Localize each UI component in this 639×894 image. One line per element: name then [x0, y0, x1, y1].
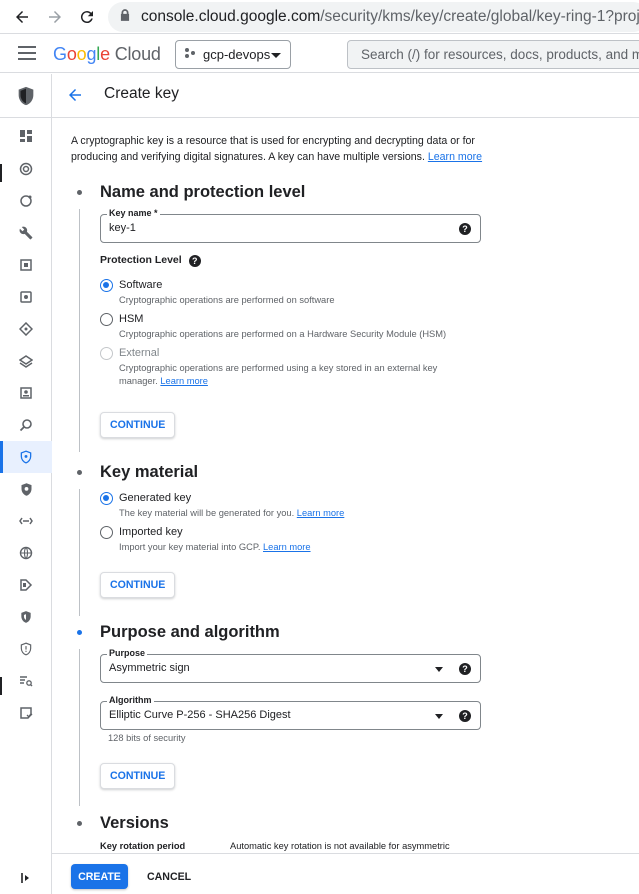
radio-external-label: External	[119, 347, 160, 359]
radio-generated-key-label[interactable]: Generated key	[119, 492, 191, 504]
radio-hsm-label[interactable]: HSM	[119, 313, 143, 325]
key-name-label: Key name *	[107, 208, 160, 219]
purpose-select[interactable]: Purpose Asymmetric sign ?	[100, 648, 481, 683]
step-indicator	[77, 470, 82, 475]
help-icon[interactable]: ?	[188, 255, 201, 267]
rail-wrench-icon[interactable]	[0, 217, 52, 249]
rail-badge-icon[interactable]	[0, 601, 52, 633]
rail-dashboard-icon[interactable]	[0, 120, 52, 152]
rail-shield-icon[interactable]	[0, 473, 52, 505]
algorithm-hint: 128 bits of security	[108, 733, 186, 743]
forward-arrow-icon[interactable]	[44, 6, 66, 28]
intro-text: A cryptographic key is a resource that i…	[71, 135, 483, 163]
algorithm-label: Algorithm	[107, 695, 154, 706]
dropdown-arrow-icon	[435, 667, 443, 672]
step-indicator	[77, 821, 82, 826]
help-icon[interactable]: ?	[459, 710, 471, 722]
step-indicator	[77, 190, 82, 195]
rail-scanner-icon[interactable]	[0, 569, 52, 601]
page-title: Create key	[104, 85, 179, 102]
rotation-period-label: Key rotation period	[100, 841, 186, 851]
radio-imported-key[interactable]	[100, 526, 113, 539]
create-button[interactable]: CREATE	[71, 864, 128, 889]
search-placeholder: Search (/) for resources, docs, products…	[361, 47, 639, 62]
form-footer: CREATE CANCEL	[52, 853, 639, 894]
step-indicator-active	[77, 630, 82, 635]
console-header: Google Cloud gcp-devops Search (/) for r…	[0, 35, 639, 73]
rail-connector-icon[interactable]	[0, 505, 52, 537]
learn-more-link[interactable]: Learn more	[428, 151, 482, 163]
url-path: /security/kms/key/create/global/key-ring…	[320, 8, 639, 25]
continue-button-name[interactable]: CONTINUE	[100, 412, 176, 438]
section-title-material: Key material	[100, 463, 199, 481]
rail-layers-icon[interactable]	[0, 345, 52, 377]
rail-policy-icon[interactable]	[0, 697, 52, 729]
browser-toolbar: console.cloud.google.com/security/kms/ke…	[0, 0, 639, 34]
radio-hsm-desc: Cryptographic operations are performed o…	[119, 329, 447, 339]
main-menu-icon[interactable]	[18, 46, 36, 62]
radio-imported-key-label[interactable]: Imported key	[119, 526, 183, 538]
project-selector[interactable]: gcp-devops	[175, 40, 291, 69]
rail-alert-icon[interactable]	[0, 633, 52, 665]
page-header: Create key	[52, 74, 639, 118]
learn-more-link[interactable]: Learn more	[160, 376, 208, 386]
purpose-label: Purpose	[107, 648, 148, 659]
step-connector	[79, 489, 80, 616]
algorithm-value: Elliptic Curve P-256 - SHA256 Digest	[109, 709, 291, 721]
rail-globe-icon[interactable]	[0, 537, 52, 569]
radio-software-label[interactable]: Software	[119, 279, 162, 291]
step-connector	[79, 209, 80, 452]
section-title-versions: Versions	[100, 814, 169, 832]
google-cloud-logo[interactable]: Google Cloud	[53, 44, 161, 65]
cancel-button[interactable]: CANCEL	[147, 864, 191, 889]
chevron-down-icon	[271, 53, 281, 58]
rail-certificate-icon[interactable]	[0, 281, 52, 313]
radio-hsm[interactable]	[100, 313, 113, 326]
protection-level-label: Protection Level?	[100, 254, 201, 267]
help-icon[interactable]: ?	[459, 223, 471, 235]
rail-radar-icon[interactable]	[0, 153, 52, 185]
rail-search-icon[interactable]	[0, 409, 52, 441]
learn-more-link[interactable]: Learn more	[263, 542, 311, 552]
help-icon[interactable]: ?	[459, 663, 471, 675]
continue-button-material[interactable]: CONTINUE	[100, 572, 176, 598]
rail-id-card-icon[interactable]	[0, 377, 52, 409]
radio-generated-key-desc: The key material will be generated for y…	[119, 508, 345, 518]
back-arrow-icon[interactable]	[11, 6, 33, 28]
rail-key-management-icon[interactable]	[0, 441, 52, 473]
url-host: console.cloud.google.com	[141, 8, 321, 25]
rail-chip-icon[interactable]	[0, 249, 52, 281]
address-bar[interactable]: console.cloud.google.com/security/kms/ke…	[108, 2, 639, 32]
rail-marker	[0, 164, 2, 182]
rotation-period-text: Automatic key rotation is not available …	[230, 841, 450, 851]
purpose-value: Asymmetric sign	[109, 662, 190, 674]
key-name-field[interactable]: Key name * key-1 ?	[100, 208, 481, 243]
project-icon	[184, 47, 196, 62]
learn-more-link[interactable]: Learn more	[297, 508, 345, 518]
radio-software-desc: Cryptographic operations are performed o…	[119, 295, 335, 305]
dropdown-arrow-icon	[435, 714, 443, 719]
back-arrow-icon[interactable]	[66, 86, 84, 109]
section-title-purpose: Purpose and algorithm	[100, 623, 280, 641]
algorithm-select[interactable]: Algorithm Elliptic Curve P-256 - SHA256 …	[100, 695, 481, 730]
rail-diamond-icon[interactable]	[0, 313, 52, 345]
project-name: gcp-devops	[203, 47, 271, 62]
radio-external-desc: Cryptographic operations are performed u…	[119, 363, 438, 386]
step-connector	[79, 649, 80, 806]
radio-imported-key-desc: Import your key material into GCP. Learn…	[119, 542, 311, 552]
radio-external	[100, 347, 113, 360]
continue-button-purpose[interactable]: CONTINUE	[100, 763, 176, 789]
reload-icon[interactable]	[76, 6, 98, 28]
search-input[interactable]: Search (/) for resources, docs, products…	[347, 40, 639, 69]
key-name-value: key-1	[109, 222, 136, 234]
rail-refresh-icon[interactable]	[0, 185, 52, 217]
rail-list-search-icon[interactable]	[0, 665, 52, 697]
site-info-icon[interactable]	[118, 8, 132, 27]
radio-generated-key[interactable]	[100, 492, 113, 505]
radio-software[interactable]	[100, 279, 113, 292]
section-title-name: Name and protection level	[100, 183, 306, 201]
expand-nav-icon[interactable]	[0, 862, 52, 894]
security-product-icon[interactable]	[0, 74, 52, 118]
product-nav-rail	[0, 74, 52, 894]
